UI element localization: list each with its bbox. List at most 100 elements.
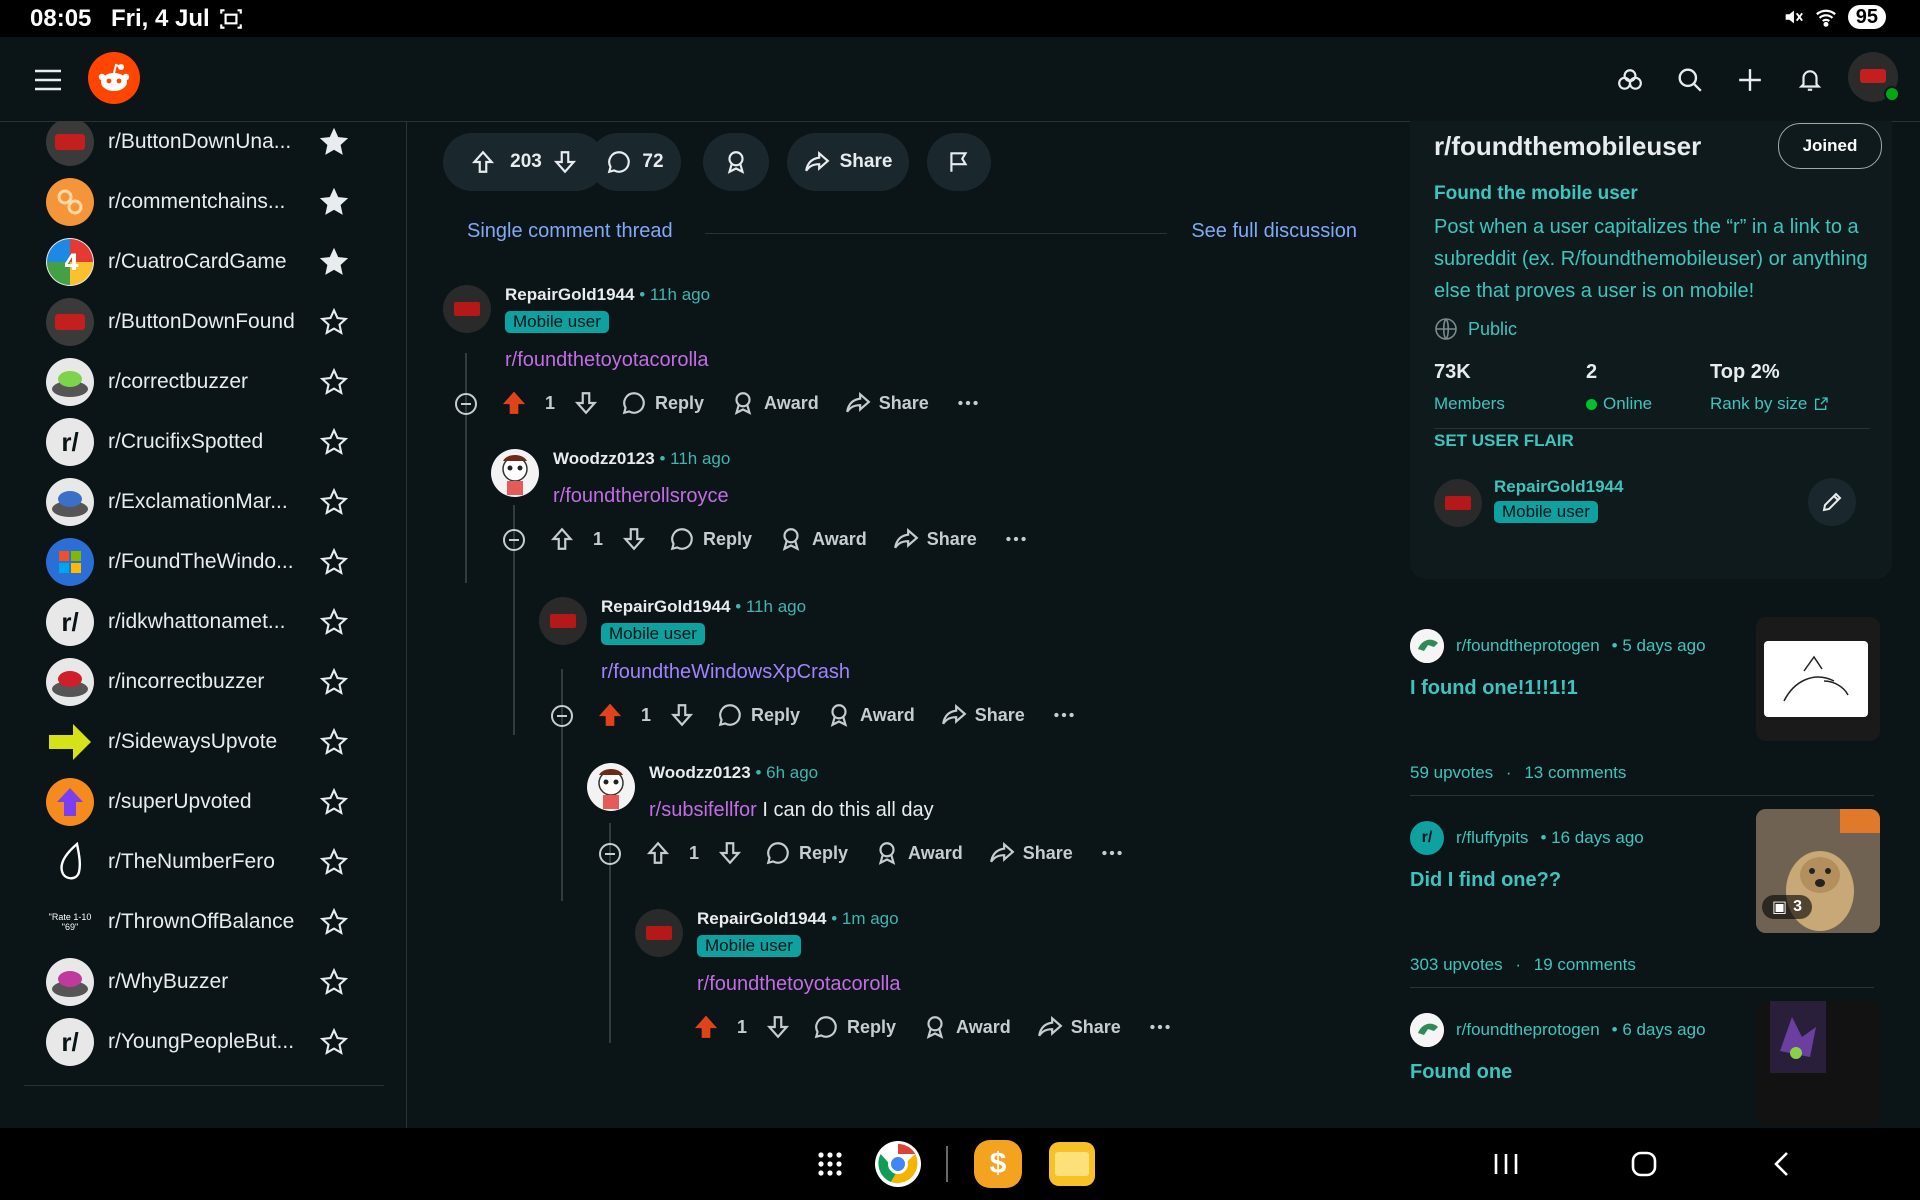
star-filled-icon[interactable] [320,248,348,276]
joined-button[interactable]: Joined [1778,123,1882,169]
sidebar-community-item[interactable]: r/r/CrucifixSpotted [46,414,366,470]
more-options-icon[interactable] [1147,1014,1173,1040]
see-full-discussion-link[interactable]: See full discussion [1191,220,1357,243]
star-outline-icon[interactable] [320,428,348,456]
comment-author[interactable]: Woodzz0123 [553,449,655,468]
upvote-icon[interactable] [470,149,496,175]
sidebar-community-item[interactable]: r/incorrectbuzzer [46,654,366,710]
sidebar-community-item[interactable]: r/ButtonDownFound [46,294,366,350]
related-post-thumbnail[interactable] [1756,617,1880,741]
edit-flair-button[interactable] [1808,478,1856,526]
upvote-icon[interactable] [501,390,527,416]
share-button[interactable]: Share [893,526,977,552]
create-post-icon[interactable] [1728,58,1772,102]
subreddit-link[interactable]: r/foundtheWindowsXpCrash [601,661,850,683]
related-subreddit[interactable]: r/fluffypits [1456,828,1528,848]
subreddit-link[interactable]: r/foundthetoyotacorolla [505,349,708,371]
notifications-icon[interactable] [1788,58,1832,102]
related-post-thumbnail[interactable]: ▣ 3 [1756,809,1880,933]
star-outline-icon[interactable] [320,848,348,876]
related-subreddit[interactable]: r/foundtheprotogen [1456,1020,1600,1040]
award-button[interactable]: Award [730,390,819,416]
related-post-title[interactable]: Did I find one?? [1410,869,1561,892]
sidebar-community-item[interactable]: r/r/YoungPeopleBut... [46,1014,366,1070]
comment-avatar[interactable] [635,909,683,957]
award-button[interactable]: Award [826,702,915,728]
comment-avatar[interactable] [587,763,635,811]
menu-icon[interactable] [26,58,70,102]
sidebar-community-item[interactable]: r/commentchains... [46,174,366,230]
chrome-icon[interactable] [872,1138,924,1190]
downvote-icon[interactable] [765,1014,791,1040]
share-button[interactable]: Share [941,702,1025,728]
comment-author[interactable]: RepairGold1944 [505,285,634,304]
award-button[interactable]: Award [778,526,867,552]
sidebar-community-item[interactable]: r/TheNumberFero [46,834,366,890]
sidebar-community-item[interactable]: "Rate 1-10 "69" r/ThrownOffBalance [46,894,366,950]
star-outline-icon[interactable] [320,308,348,336]
share-button[interactable]: Share [1037,1014,1121,1040]
files-icon[interactable] [1046,1138,1098,1190]
star-outline-icon[interactable] [320,368,348,396]
reply-button[interactable]: Reply [765,840,848,866]
reddit-logo[interactable] [88,52,140,104]
sidebar-community-item[interactable]: r/ExclamationMar... [46,474,366,530]
home-icon[interactable] [1618,1138,1670,1190]
comment-author[interactable]: Woodzz0123 [649,763,751,782]
comment-author[interactable]: RepairGold1944 [697,909,826,928]
comment-avatar[interactable] [539,597,587,645]
comment-avatar[interactable] [491,449,539,497]
subreddit-link[interactable]: r/subsifellfor [649,799,757,821]
related-post[interactable]: r/foundtheprotogen • 6 days ago Found one [1410,1001,1900,1128]
reply-button[interactable]: Reply [621,390,704,416]
share-button[interactable]: Share [787,133,909,191]
star-filled-icon[interactable] [320,188,348,216]
recents-icon[interactable] [1480,1138,1532,1190]
star-outline-icon[interactable] [320,788,348,816]
star-outline-icon[interactable] [320,548,348,576]
comments-button[interactable]: 72 [589,133,681,191]
related-post-title[interactable]: I found one!1!!1!1 [1410,677,1578,700]
collapse-thread-icon[interactable] [503,529,525,551]
share-button[interactable]: Share [989,840,1073,866]
star-outline-icon[interactable] [320,728,348,756]
award-button[interactable]: Award [922,1014,1011,1040]
sidebar-community-item[interactable]: r/r/idkwhattonamet... [46,594,366,650]
more-options-icon[interactable] [1099,840,1125,866]
sidebar-community-item[interactable]: r/ButtonDownUna... [46,121,366,170]
collapse-thread-icon[interactable] [455,393,477,415]
collapse-thread-icon[interactable] [599,843,621,865]
back-icon[interactable] [1756,1138,1808,1190]
downvote-icon[interactable] [552,149,578,175]
reply-button[interactable]: Reply [813,1014,896,1040]
sidebar-community-item[interactable]: 4 r/CuatroCardGame [46,234,366,290]
star-outline-icon[interactable] [320,968,348,996]
sidebar-community-item[interactable]: r/SidewaysUpvote [46,714,366,770]
subreddit-name[interactable]: r/foundthemobileuser [1434,131,1701,162]
sidebar-community-item[interactable]: r/correctbuzzer [46,354,366,410]
collapse-thread-icon[interactable] [551,705,573,727]
upvote-icon[interactable] [549,526,575,552]
comment-author[interactable]: RepairGold1944 [601,597,730,616]
related-post-title[interactable]: Found one [1410,1061,1512,1084]
app-s-icon[interactable]: $ [972,1138,1024,1190]
reply-button[interactable]: Reply [717,702,800,728]
subreddit-link[interactable]: r/foundthetoyotacorolla [697,973,900,995]
sidebar-community-item[interactable]: r/FoundTheWindo... [46,534,366,590]
star-outline-icon[interactable] [320,488,348,516]
related-post[interactable]: r/foundtheprotogen • 5 days ago I found on… [1410,617,1900,799]
star-outline-icon[interactable] [320,608,348,636]
more-options-icon[interactable] [1003,526,1029,552]
related-post-thumbnail[interactable] [1756,1001,1880,1125]
more-options-icon[interactable] [1051,702,1077,728]
award-button[interactable] [703,133,769,191]
star-outline-icon[interactable] [320,908,348,936]
star-outline-icon[interactable] [320,668,348,696]
subreddit-link[interactable]: r/foundtherollsroyce [553,485,729,507]
sidebar-community-item[interactable]: r/superUpvoted [46,774,366,830]
report-button[interactable] [927,133,991,191]
popular-icon[interactable] [1608,58,1652,102]
downvote-icon[interactable] [621,526,647,552]
upvote-icon[interactable] [597,702,623,728]
upvote-icon[interactable] [645,840,671,866]
